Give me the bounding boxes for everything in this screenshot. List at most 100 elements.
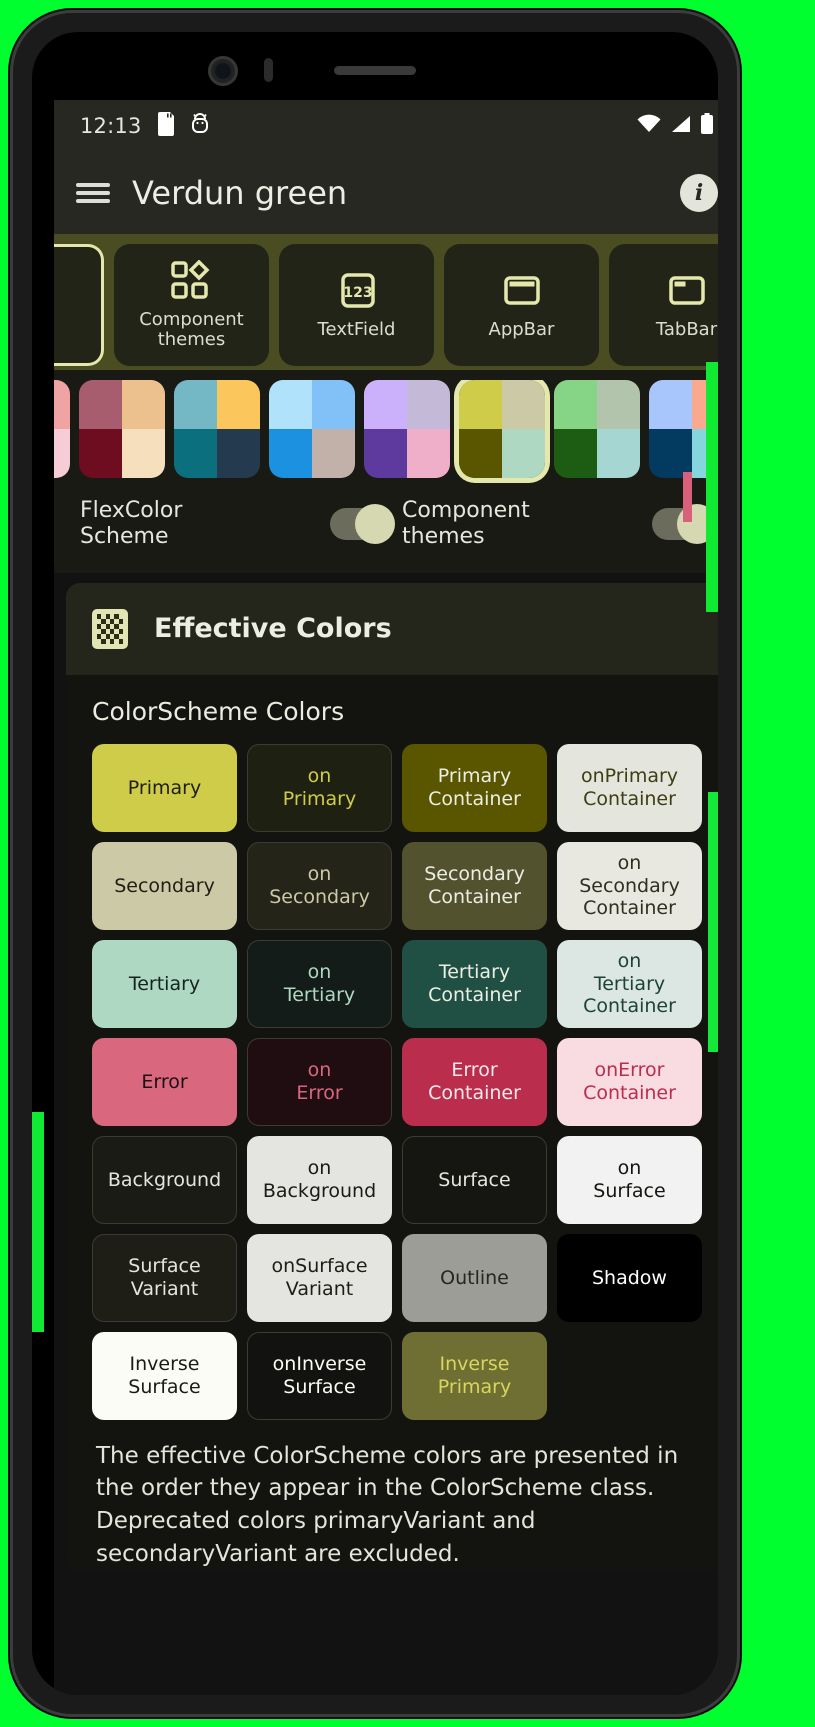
color-box-secondary-container[interactable]: Secondary Container [402,841,547,930]
effective-colors-footnote: The effective ColorScheme colors are pre… [96,1442,679,1567]
color-box-on-tertiary[interactable]: on Tertiary [247,939,392,1028]
sd-card-icon [156,111,176,141]
svg-text:123: 123 [343,285,372,301]
theme-card-label: TabBar [655,318,718,340]
toggle-knob [355,504,395,545]
phone-screen: 12:13 Verdun green i Component themes 12… [32,32,718,1695]
color-box-tertiary-container[interactable]: Tertiary Container [402,939,547,1028]
swatch-quadrant [217,429,260,478]
theme-card-0[interactable]: ve s [54,244,104,366]
swatch-quadrant [269,429,312,478]
color-box-on-secondary[interactable]: on Secondary [247,841,392,930]
theme-card-label: AppBar [488,318,555,340]
swatch-quadrant [217,380,260,429]
swatch-green[interactable] [554,380,640,478]
info-icon[interactable]: i [680,174,718,212]
swatch-verdun-green[interactable] [459,380,545,478]
app-viewport: 12:13 Verdun green i Component themes 12… [54,100,718,1695]
appbar-icon [499,270,545,312]
theme-cards-row[interactable]: ve s Component themes 123 TextField AppBar Ta… [54,238,718,370]
swatch-quadrant [554,429,597,478]
android-debug-icon [190,112,210,141]
swatch-quadrant [122,380,165,429]
swatch-quadrant [312,429,355,478]
color-row: Background on Background Surface on Surface [92,1135,702,1224]
color-box-surface[interactable]: Surface [402,1135,547,1224]
flexcolorscheme-toggle-label: FlexColor Scheme [80,498,183,550]
swatch-quadrant [122,429,165,478]
color-box-onprimary-container[interactable]: onPrimary Container [557,743,702,832]
screen-edge-artifact [708,792,718,1052]
footnote-wrapper: The effective ColorScheme colors are pre… [66,1419,718,1571]
color-box-error-container[interactable]: Error Container [402,1037,547,1126]
swatch-quadrant [649,429,692,478]
theme-card-1[interactable]: Component themes [114,244,269,366]
swatch-pink-partial[interactable] [54,380,70,478]
checkerboard-icon [92,608,128,649]
swatch-quadrant [407,429,450,478]
status-bar-left: 12:13 [80,111,210,141]
swatch-purple-pink[interactable] [364,380,450,478]
colorscheme-colors-body: ColorScheme Colors Primary on Primary Prim… [66,674,718,1420]
swatch-quadrant [597,429,640,478]
battery-icon [700,112,714,140]
color-box-primary-container[interactable]: Primary Container [402,743,547,832]
color-box-on-error[interactable]: on Error [247,1037,392,1126]
color-box-on-surface[interactable]: on Surface [557,1135,702,1224]
color-scheme-swatch-area: FlexColor Scheme Component themes [54,370,718,573]
color-box-on-secondary-container[interactable]: on Secondary Container [557,841,702,930]
color-box-oninverse-surface[interactable]: onInverse Surface [247,1331,392,1420]
color-box-tertiary[interactable]: Tertiary [92,939,237,1028]
colorscheme-section-title: ColorScheme Colors [92,696,345,726]
effective-colors-title: Effective Colors [154,613,392,645]
proximity-sensor [264,58,273,82]
swatch-quadrant [54,380,70,429]
theme-card-2[interactable]: 123 TextField [279,244,434,366]
color-box-error[interactable]: Error [92,1037,237,1126]
color-box-secondary[interactable]: Secondary [92,841,237,930]
component-shapes-icon [169,259,215,302]
swatch-quadrant [364,380,407,429]
swatch-quadrant [79,429,122,478]
theme-card-3[interactable]: AppBar [444,244,599,366]
swatch-quadrant [502,380,545,429]
color-box-on-primary[interactable]: on Primary [247,743,392,832]
swatch-quadrant [597,380,640,429]
page-title: Verdun green [132,174,348,212]
color-box-primary[interactable]: Primary [92,743,237,832]
flexcolorscheme-toggle[interactable] [330,504,395,545]
effective-colors-header[interactable]: Effective Colors [66,583,718,675]
color-box-inverse-primary[interactable]: Inverse Primary [402,1331,547,1420]
front-camera-lens [214,62,232,80]
color-box-on-background[interactable]: on Background [247,1135,392,1224]
swatch-quadrant [174,380,217,429]
swatch-red-sand[interactable] [79,380,165,478]
swatch-quadrant [459,429,502,478]
swatch-teal-amber[interactable] [174,380,260,478]
swatch-quadrant [554,380,597,429]
component-themes-toggle-label: Component themes [402,498,530,550]
color-box-outline[interactable]: Outline [402,1233,547,1322]
color-box-onsurface-variant[interactable]: onSurface Variant [247,1233,392,1322]
color-scheme-swatch-row[interactable] [54,380,718,484]
swatch-quadrant [459,380,502,429]
phone-frame: 12:13 Verdun green i Component themes 12… [10,10,740,1717]
color-row: Surface Variant onSurface Variant Outline S… [92,1233,702,1322]
app-bar: Verdun green i [54,152,718,234]
color-box-inverse-surface[interactable]: Inverse Surface [92,1331,237,1420]
color-box-surface-variant[interactable]: Surface Variant [92,1233,237,1322]
screen-edge-artifact [683,472,692,522]
color-row: Secondary on Secondary Secondary Container… [92,841,702,930]
color-box-background[interactable]: Background [92,1135,237,1224]
color-box-on-tertiary-container[interactable]: on Tertiary Container [557,939,702,1028]
swatch-quadrant [649,380,692,429]
color-box-onerror-container[interactable]: onError Container [557,1037,702,1126]
color-box-empty [557,1332,702,1420]
swatch-light-blue[interactable] [269,380,355,478]
colorscheme-color-grid: Primary on Primary Primary Container onPrim… [92,743,702,1420]
clock-label: 12:13 [80,114,142,138]
theme-card-4[interactable]: TabBar [609,244,718,366]
hamburger-menu-icon[interactable] [76,181,110,205]
checker-cell [118,638,123,644]
color-box-shadow[interactable]: Shadow [557,1233,702,1322]
